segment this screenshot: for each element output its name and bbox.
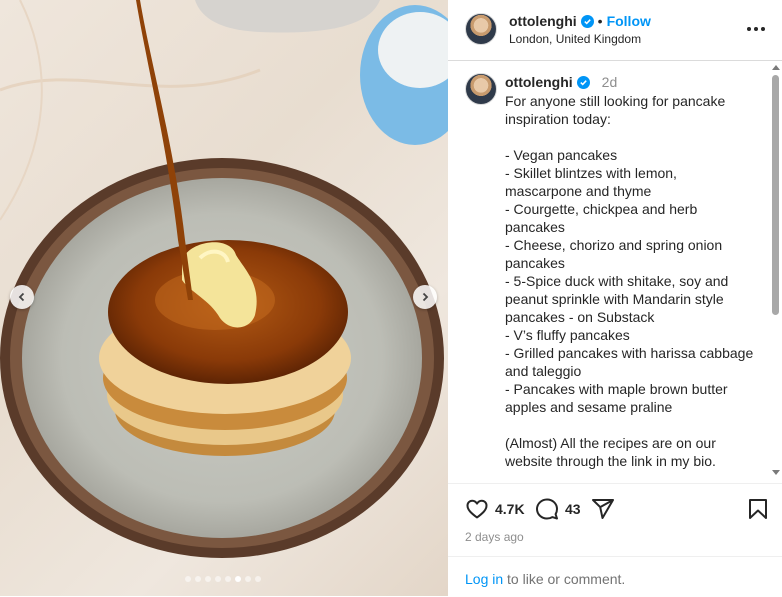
scroll-up-arrow-icon[interactable] bbox=[772, 65, 780, 70]
avatar[interactable] bbox=[465, 13, 497, 45]
scroll-down-arrow-icon[interactable] bbox=[772, 470, 780, 475]
heart-icon bbox=[466, 499, 488, 519]
carousel-dot bbox=[185, 576, 191, 582]
previous-slide-button[interactable] bbox=[10, 285, 34, 309]
next-slide-button[interactable] bbox=[413, 285, 437, 309]
verified-badge-icon bbox=[576, 75, 590, 89]
post-header: ottolenghi • Follow London, United Kingd… bbox=[448, 0, 782, 61]
carousel-indicator bbox=[185, 576, 261, 582]
chevron-left-icon bbox=[18, 292, 25, 302]
login-prompt: Log in to like or comment. bbox=[448, 556, 782, 597]
avatar[interactable] bbox=[465, 73, 497, 105]
post-media[interactable] bbox=[0, 0, 448, 596]
carousel-dot bbox=[255, 576, 261, 582]
login-link[interactable]: Log in bbox=[465, 571, 503, 587]
caption-scrollbar[interactable] bbox=[768, 61, 782, 483]
username-link[interactable]: ottolenghi bbox=[509, 13, 577, 29]
caption-user-row: ottolenghi 2d bbox=[505, 74, 617, 90]
separator-dot: • bbox=[597, 13, 603, 29]
more-options-icon[interactable] bbox=[744, 19, 768, 39]
comment-button[interactable]: 43 bbox=[535, 497, 581, 521]
paper-plane-icon bbox=[592, 499, 614, 519]
like-count: 4.7K bbox=[495, 501, 525, 517]
like-button[interactable]: 4.7K bbox=[465, 497, 525, 521]
header-user-row: ottolenghi • Follow bbox=[509, 13, 651, 29]
post-date: 2 days ago bbox=[465, 530, 524, 544]
caption-username-link[interactable]: ottolenghi bbox=[505, 74, 573, 90]
post-side-panel: ottolenghi • Follow London, United Kingd… bbox=[448, 0, 782, 596]
carousel-dot bbox=[205, 576, 211, 582]
location-link[interactable]: London, United Kingdom bbox=[509, 32, 641, 46]
comment-bubble-icon bbox=[536, 498, 558, 520]
carousel-dot bbox=[235, 576, 241, 582]
bookmark-icon bbox=[749, 499, 767, 519]
chevron-right-icon bbox=[422, 292, 429, 302]
comment-count: 43 bbox=[565, 501, 581, 517]
carousel-dot bbox=[245, 576, 251, 582]
caption-text: For anyone still looking for pancake ins… bbox=[505, 93, 754, 469]
follow-button[interactable]: Follow bbox=[607, 13, 651, 29]
carousel-dot bbox=[225, 576, 231, 582]
caption-section: ottolenghi 2d For anyone still looking f… bbox=[448, 61, 782, 484]
login-text: Log in to like or comment. bbox=[465, 571, 625, 587]
share-button[interactable] bbox=[591, 497, 615, 521]
verified-badge-icon bbox=[580, 14, 594, 28]
pancake-photo bbox=[0, 0, 448, 558]
carousel-dot bbox=[215, 576, 221, 582]
login-suffix: to like or comment. bbox=[503, 571, 626, 587]
save-button[interactable] bbox=[746, 497, 770, 521]
carousel-dot bbox=[195, 576, 201, 582]
scroll-thumb[interactable] bbox=[772, 75, 779, 315]
post-time: 2d bbox=[601, 74, 618, 90]
action-bar: 4.7K 43 bbox=[465, 497, 770, 523]
